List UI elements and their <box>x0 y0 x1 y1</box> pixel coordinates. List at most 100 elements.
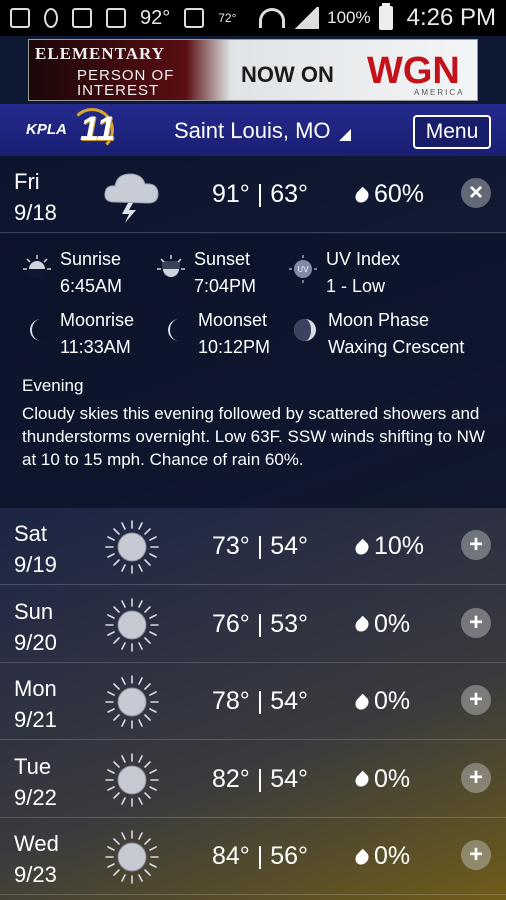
logo-text: KPLA <box>26 121 67 138</box>
app-header: KPLA 11 Saint Louis, MO Menu <box>0 104 506 156</box>
moonset-label: Moonset <box>198 310 268 330</box>
sunset-icon <box>157 255 185 277</box>
back-arrow-icon <box>10 8 30 28</box>
precip-value: 60% <box>374 180 425 208</box>
day-label: Wed 9/23 <box>14 828 59 890</box>
day-name: Wed <box>14 831 59 856</box>
sunrise-icon <box>23 255 51 277</box>
day-name: Mon <box>14 676 57 701</box>
collapse-button[interactable]: × <box>461 178 491 208</box>
forecast-row[interactable]: Wed 9/23 84° | 56° 0% + <box>0 818 506 895</box>
temp-range: 73° | 54° <box>212 532 308 560</box>
status-time: 4:26 PM <box>406 4 496 31</box>
precip-chance: 10% <box>356 532 424 561</box>
evening-title: Evening <box>22 376 84 395</box>
sun-icon <box>105 520 159 574</box>
status-bar: 92° 72° 100% 4:26 PM <box>0 0 506 36</box>
location-label: Saint Louis, MO <box>174 118 331 143</box>
precip-chance: 60% <box>356 180 424 209</box>
dropdown-caret-icon <box>338 129 351 141</box>
day-label: Fri 9/18 <box>14 166 57 228</box>
expand-button[interactable]: + <box>461 530 491 560</box>
moon-phase-icon <box>294 319 316 341</box>
location-selector[interactable]: Saint Louis, MO <box>174 118 351 144</box>
menu-button[interactable]: Menu <box>413 115 491 149</box>
sunset-value: 7:04PM <box>194 276 257 296</box>
expand-button[interactable]: + <box>461 840 491 870</box>
sun-icon <box>105 675 159 729</box>
status-temp: 92° <box>140 6 171 29</box>
battery-percent: 100% <box>327 8 371 27</box>
temp-range: 91° | 63° <box>212 180 308 208</box>
uv-index-icon: UV <box>289 255 317 283</box>
evening-forecast-text: Cloudy skies this evening followed by sc… <box>22 404 485 469</box>
ad-show-title-2: PERSON OF INTEREST <box>77 67 175 99</box>
day-name: Fri <box>14 169 40 194</box>
sunrise-value: 6:45AM <box>60 276 123 296</box>
ad-creative[interactable]: ELEMENTARY PERSON OF INTEREST NOW ON WGN… <box>28 39 478 101</box>
uv-value: 1 - Low <box>326 276 386 296</box>
raindrop-icon <box>356 537 368 557</box>
moonrise-label: Moonrise <box>60 310 135 330</box>
expand-button[interactable]: + <box>461 607 491 638</box>
logo-number: 11 <box>80 110 116 148</box>
sunset-item: Sunset 7:04PM <box>156 246 256 300</box>
forecast-row[interactable]: Mon 9/21 78° | 54° 0% + <box>0 663 506 740</box>
moonset-value: 10:12PM <box>198 337 271 357</box>
expand-button[interactable]: + <box>461 685 491 715</box>
temp-range: 84° | 56° <box>212 842 308 870</box>
sun-icon <box>105 830 159 884</box>
sunset-label: Sunset <box>194 249 251 269</box>
raindrop-icon <box>356 769 368 789</box>
moon-phase-value: Waxing Crescent <box>328 337 465 357</box>
day-name: Sun <box>14 598 54 624</box>
day-date: 9/23 <box>14 862 57 887</box>
moon-phase-label: Moon Phase <box>328 310 430 330</box>
ad-brand-logo: WGN <box>367 50 460 92</box>
precip-chance: 0% <box>356 687 410 716</box>
day-label: Sun 9/20 <box>14 596 57 658</box>
forecast-row-today[interactable]: Fri 9/18 91° | 63° 60% × <box>0 156 506 233</box>
ad-show-title-1: ELEMENTARY <box>35 44 165 63</box>
precip-chance: 0% <box>356 765 410 794</box>
forecast-row[interactable]: Sun 9/20 76° | 53° 0% + <box>0 586 506 663</box>
uv-index-item: UV UV Index 1 - Low <box>288 246 400 300</box>
raindrop-icon <box>356 847 368 867</box>
battery-icon <box>378 3 393 30</box>
sun-icon <box>105 597 159 652</box>
forecast-row[interactable]: Sat 9/19 73° | 54° 10% + <box>0 508 506 585</box>
expand-button[interactable]: + <box>461 762 491 793</box>
precip-value: 0% <box>374 842 411 870</box>
ad-now-on: NOW ON <box>241 62 334 87</box>
raindrop-icon <box>356 614 368 634</box>
precip-chance: 0% <box>356 610 410 639</box>
day-label: Sat 9/19 <box>14 518 57 580</box>
sun-icon <box>105 752 159 807</box>
sd-card-icon <box>72 8 92 28</box>
today-details: Sunrise 6:45AM Sunset 7:04PM UV UV Index 1 … <box>0 234 506 508</box>
uv-label: UV Index <box>326 249 401 269</box>
precip-value: 10% <box>374 532 425 560</box>
wifi-icon <box>259 8 286 28</box>
signal-icon <box>293 7 320 29</box>
day-name: Sat <box>14 521 48 546</box>
moonset-item: Moonset 10:12PM <box>160 307 270 361</box>
sunrise-label: Sunrise <box>60 249 122 269</box>
precip-value: 0% <box>374 609 411 638</box>
moonrise-icon <box>30 319 41 341</box>
day-date: 9/20 <box>14 629 57 655</box>
precip-value: 0% <box>374 687 411 715</box>
raindrop-icon <box>356 185 368 205</box>
cloud-lightning-icon <box>104 173 159 223</box>
moonrise-item: Moonrise 11:33AM <box>22 307 134 361</box>
station-logo[interactable]: KPLA 11 <box>26 108 116 152</box>
ad-banner[interactable]: ELEMENTARY PERSON OF INTEREST NOW ON WGN… <box>0 36 506 104</box>
day-name: Tue <box>14 753 52 779</box>
forecast-row[interactable]: Tue 9/22 82° | 54° 0% + <box>0 741 506 818</box>
day-date: 9/21 <box>14 707 57 732</box>
precip-value: 0% <box>374 764 411 793</box>
moon-phase-item: Moon Phase Waxing Crescent <box>290 307 464 361</box>
status-small-temp: 72° <box>218 11 237 25</box>
day-label: Tue 9/22 <box>14 751 57 813</box>
day-label: Mon 9/21 <box>14 673 57 735</box>
